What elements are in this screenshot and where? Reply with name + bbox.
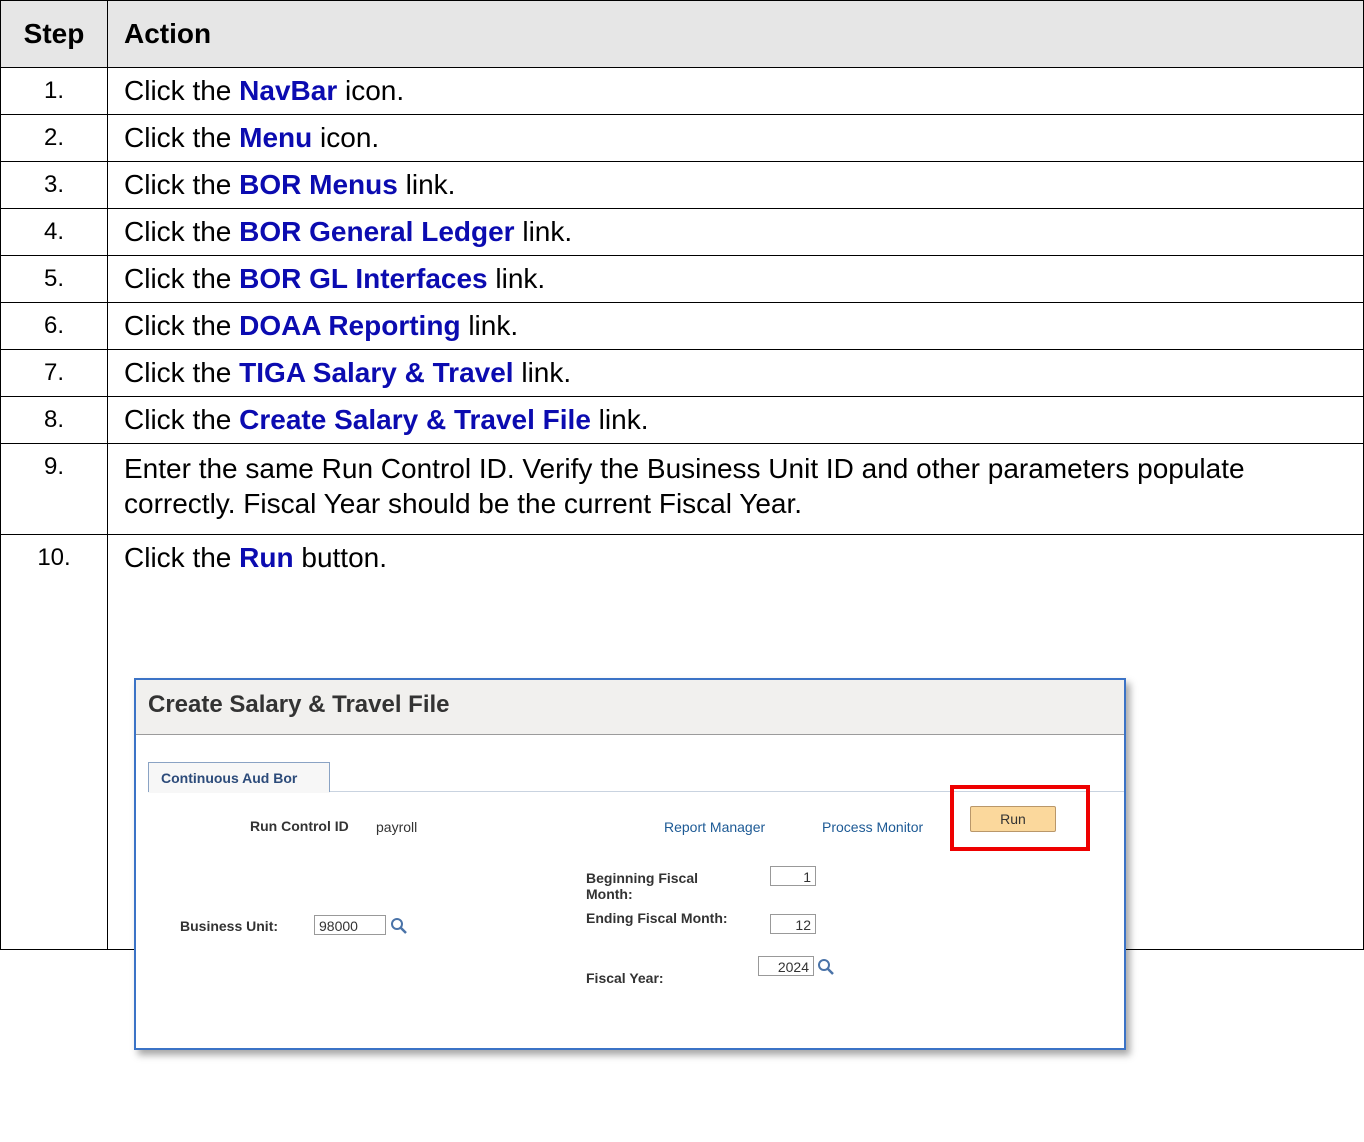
highlight-box (950, 785, 1090, 851)
action-link: BOR GL Interfaces (239, 263, 488, 294)
report-manager-link[interactable]: Report Manager (664, 819, 765, 835)
step-action: Click the NavBar icon. (124, 75, 405, 106)
step-number: 9. (43, 453, 64, 480)
table-row: 3. Click the BOR Menus link. (0, 161, 1364, 209)
action-link: Run (239, 542, 294, 573)
step-action: Click the DOAA Reporting link. (124, 310, 519, 341)
table-row: 1. Click the NavBar icon. (0, 67, 1364, 115)
step-number: 8. (43, 406, 64, 433)
step-action: Click the Menu icon. (124, 122, 380, 153)
table-row: 8. Click the Create Salary & Travel File… (0, 396, 1364, 444)
table-row: 9. Enter the same Run Control ID. Verify… (0, 443, 1364, 535)
fiscal-year-label: Fiscal Year: (586, 970, 664, 986)
embedded-screenshot: Create Salary & Travel File Continuous A… (134, 678, 1126, 1050)
business-unit-input[interactable]: 98000 (314, 915, 386, 935)
step-number: 6. (43, 312, 64, 339)
lookup-icon[interactable] (390, 917, 408, 935)
step-action: Click the BOR Menus link. (124, 169, 456, 200)
step-action: Click the Create Salary & Travel File li… (124, 404, 649, 435)
run-control-label: Run Control ID (250, 818, 349, 834)
step-action: Enter the same Run Control ID. Verify th… (124, 453, 1245, 519)
step-number: 3. (43, 171, 64, 198)
action-link: DOAA Reporting (239, 310, 461, 341)
beginning-month-input[interactable]: 1 (770, 866, 816, 886)
table-row: 6. Click the DOAA Reporting link. (0, 302, 1364, 350)
ending-month-label: Ending Fiscal Month: (586, 910, 728, 926)
business-unit-label: Business Unit: (180, 918, 279, 934)
page-title: Create Salary & Travel File (136, 680, 1124, 735)
step-action: Click the TIGA Salary & Travel link. (124, 357, 572, 388)
step-header: Step (0, 0, 108, 68)
step-action: Click the Run button. (124, 542, 387, 573)
step-number: 10. (37, 544, 71, 571)
action-link: NavBar (239, 75, 338, 106)
action-link: Create Salary & Travel File (239, 404, 591, 435)
lookup-icon[interactable] (817, 958, 835, 976)
table-row: 2. Click the Menu icon. (0, 114, 1364, 162)
action-link: TIGA Salary & Travel (239, 357, 514, 388)
beginning-month-label: Beginning Fiscal Month: (586, 870, 699, 902)
action-link: BOR General Ledger (239, 216, 515, 247)
run-control-value: payroll (376, 819, 418, 835)
table-row: 7. Click the TIGA Salary & Travel link. (0, 349, 1364, 397)
tab-underline-cover (148, 792, 330, 793)
table-row: 5. Click the BOR GL Interfaces link. (0, 255, 1364, 303)
step-number: 1. (43, 77, 64, 104)
action-link: BOR Menus (239, 169, 398, 200)
step-number: 5. (43, 265, 64, 292)
action-header: Action (107, 0, 1364, 68)
step-number: 4. (43, 218, 64, 245)
process-monitor-link[interactable]: Process Monitor (822, 819, 923, 835)
fiscal-year-input[interactable]: 2024 (758, 956, 814, 976)
ending-month-input[interactable]: 12 (770, 914, 816, 934)
step-number: 2. (43, 124, 64, 151)
action-link: Menu (239, 122, 313, 153)
step-action: Click the BOR General Ledger link. (124, 216, 573, 247)
table-row: 4. Click the BOR General Ledger link. (0, 208, 1364, 256)
tab-continuous-aud-bor[interactable]: Continuous Aud Bor (148, 762, 330, 792)
step-action: Click the BOR GL Interfaces link. (124, 263, 546, 294)
step-number: 7. (43, 359, 64, 386)
